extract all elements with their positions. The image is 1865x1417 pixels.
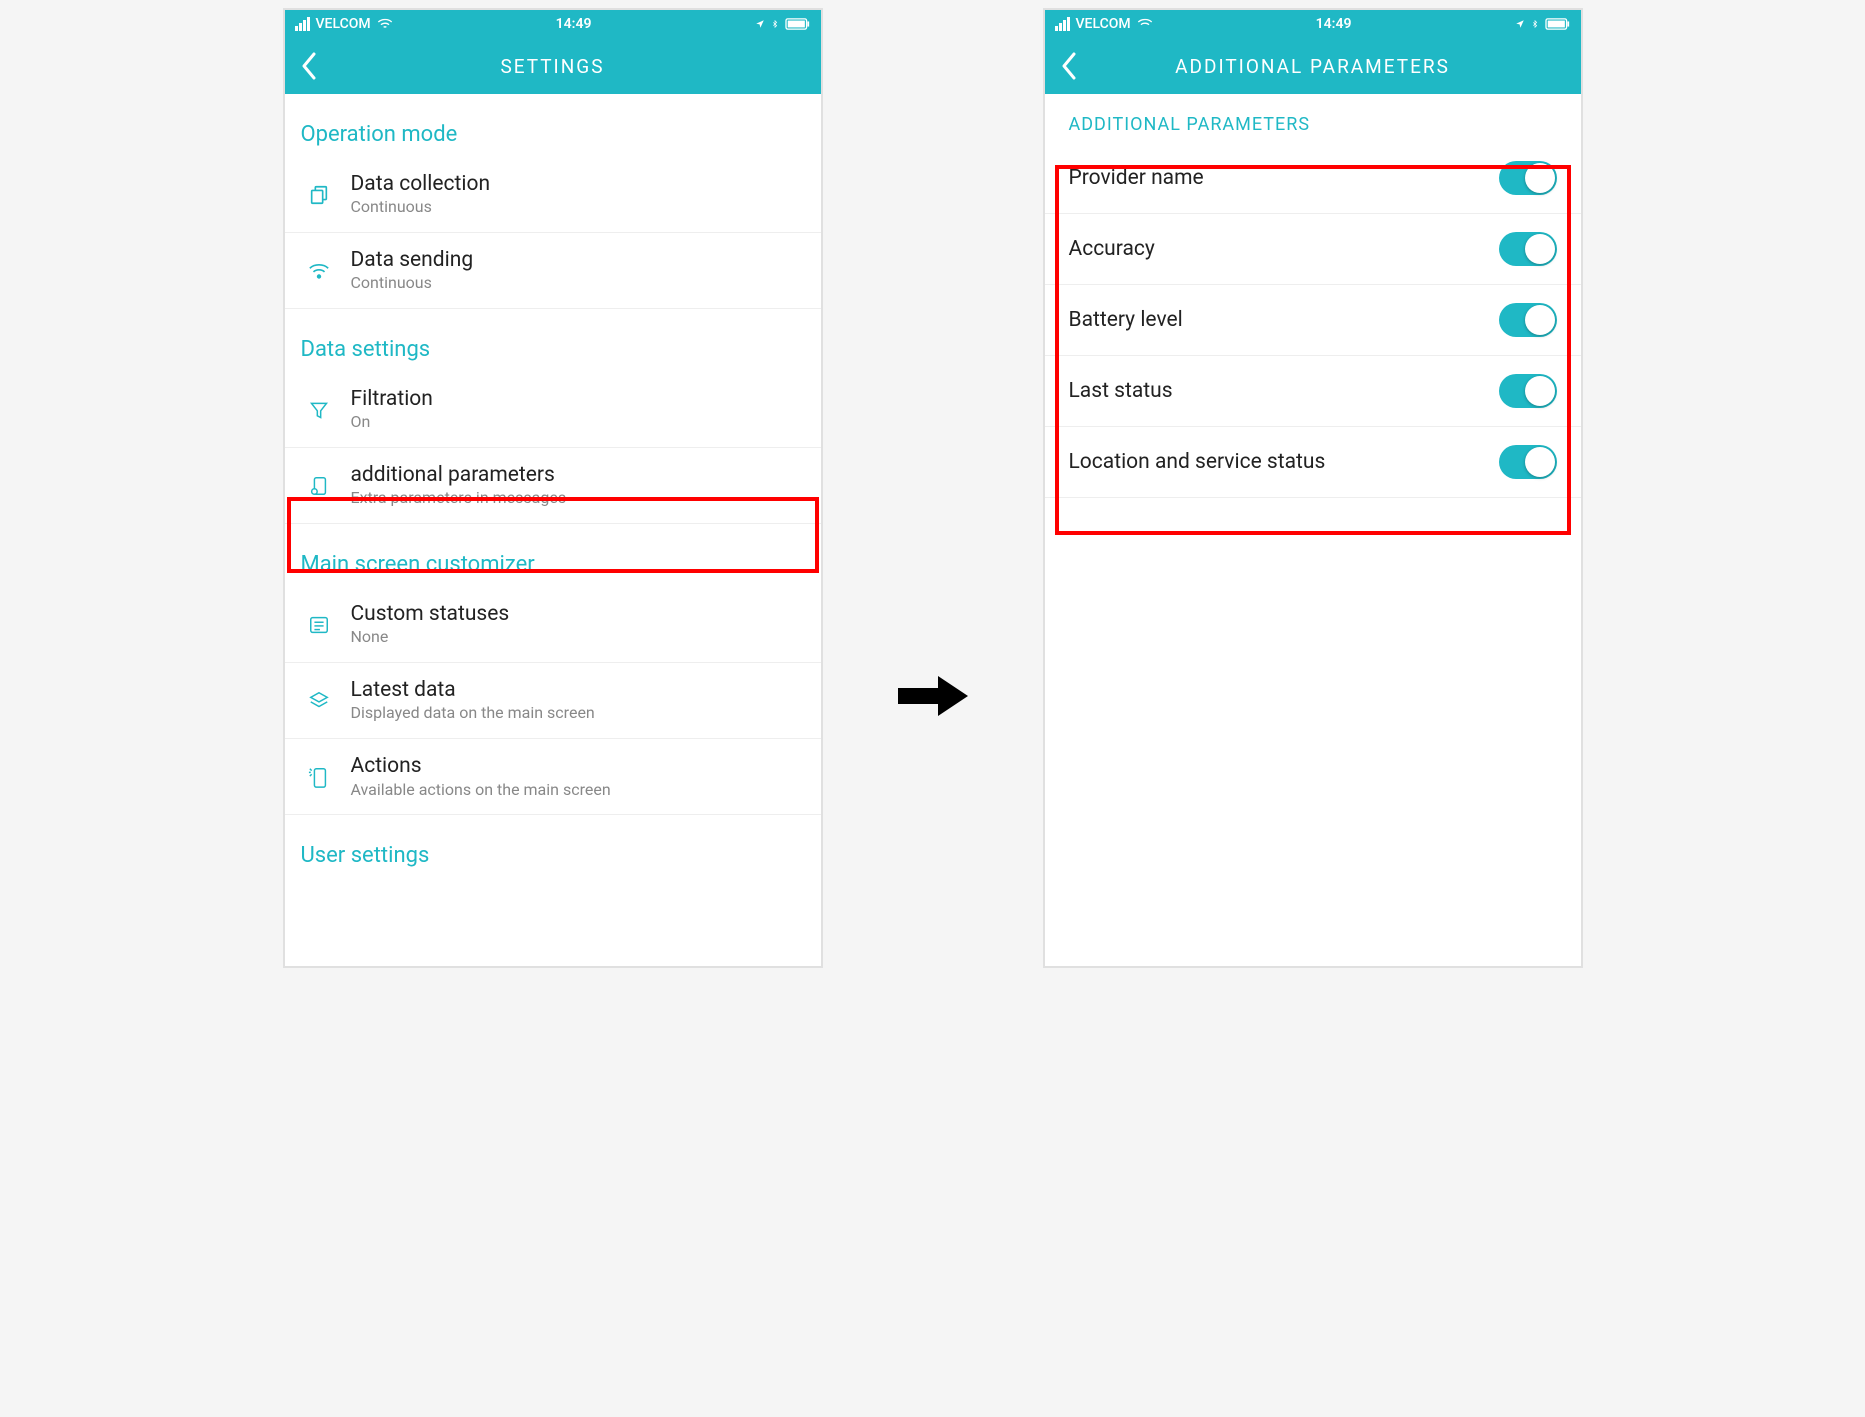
row-title: Filtration [351, 386, 805, 412]
section-header-operation-mode: Operation mode [285, 94, 821, 157]
row-sub: On [351, 412, 805, 433]
bluetooth-icon [1531, 18, 1539, 30]
section-header-user-settings: User settings [285, 815, 821, 868]
battery-icon [1545, 18, 1571, 30]
row-title: Data collection [351, 171, 805, 197]
toggle-provider-name[interactable]: Provider name [1045, 143, 1581, 214]
phone-action-icon [303, 765, 335, 789]
battery-icon [785, 18, 811, 30]
toggle-location-service-status[interactable]: Location and service status [1045, 427, 1581, 498]
params-content: ADDITIONAL PARAMETERS Provider name Accu… [1045, 94, 1581, 966]
phone-settings-screen: VELCOM 14:49 SETTINGS Operation mode Dat… [283, 8, 823, 968]
list-icon [303, 614, 335, 636]
row-data-sending[interactable]: Data sending Continuous [285, 233, 821, 309]
row-filtration[interactable]: Filtration On [285, 372, 821, 448]
toggle-last-status[interactable]: Last status [1045, 356, 1581, 427]
toggle-label: Accuracy [1069, 237, 1155, 261]
carrier-label: VELCOM [1076, 16, 1131, 32]
clock-label: 14:49 [1153, 16, 1515, 32]
toggle-label: Last status [1069, 379, 1173, 403]
arrow-right-icon [893, 666, 973, 730]
status-bar: VELCOM 14:49 [285, 10, 821, 38]
toggle-label: Provider name [1069, 166, 1204, 190]
location-arrow-icon [1515, 18, 1525, 30]
row-sub: Continuous [351, 273, 805, 294]
toggle-label: Battery level [1069, 308, 1183, 332]
switch-on-icon[interactable] [1499, 445, 1557, 479]
switch-on-icon[interactable] [1499, 232, 1557, 266]
clock-label: 14:49 [393, 16, 755, 32]
row-sub: Available actions on the main screen [351, 780, 805, 801]
row-actions[interactable]: Actions Available actions on the main sc… [285, 739, 821, 815]
location-arrow-icon [755, 18, 765, 30]
settings-content: Operation mode Data collection Continuou… [285, 94, 821, 966]
layers-icon [303, 690, 335, 712]
row-custom-statuses[interactable]: Custom statuses None [285, 587, 821, 663]
toggle-battery-level[interactable]: Battery level [1045, 285, 1581, 356]
device-icon [303, 475, 335, 497]
filter-icon [303, 399, 335, 421]
section-header-additional: ADDITIONAL PARAMETERS [1045, 94, 1581, 143]
page-title: ADDITIONAL PARAMETERS [1045, 55, 1581, 78]
toggle-label: Location and service status [1069, 450, 1326, 474]
copy-icon [303, 184, 335, 206]
row-title: Latest data [351, 677, 805, 703]
row-additional-parameters[interactable]: additional parameters Extra parameters i… [285, 448, 821, 524]
switch-on-icon[interactable] [1499, 374, 1557, 408]
row-title: Custom statuses [351, 601, 805, 627]
wifi-icon [1137, 18, 1153, 30]
toggle-accuracy[interactable]: Accuracy [1045, 214, 1581, 285]
row-title: additional parameters [351, 462, 805, 488]
nav-bar: SETTINGS [285, 38, 821, 94]
signal-icon [295, 17, 310, 31]
switch-on-icon[interactable] [1499, 161, 1557, 195]
status-bar: VELCOM 14:49 [1045, 10, 1581, 38]
nav-bar: ADDITIONAL PARAMETERS [1045, 38, 1581, 94]
row-latest-data[interactable]: Latest data Displayed data on the main s… [285, 663, 821, 739]
bluetooth-icon [771, 18, 779, 30]
carrier-label: VELCOM [316, 16, 371, 32]
switch-on-icon[interactable] [1499, 303, 1557, 337]
wifi-icon [377, 18, 393, 30]
row-sub: Continuous [351, 197, 805, 218]
phone-additional-params-screen: VELCOM 14:49 ADDITIONAL PARAMETERS ADDIT… [1043, 8, 1583, 968]
row-sub: Displayed data on the main screen [351, 703, 805, 724]
wifi-icon [303, 262, 335, 280]
row-data-collection[interactable]: Data collection Continuous [285, 157, 821, 233]
page-title: SETTINGS [285, 55, 821, 78]
section-header-main-screen: Main screen customizer [285, 524, 821, 587]
row-sub: Extra parameters in messages [351, 488, 805, 509]
section-header-data-settings: Data settings [285, 309, 821, 372]
row-sub: None [351, 627, 805, 648]
signal-icon [1055, 17, 1070, 31]
row-title: Data sending [351, 247, 805, 273]
row-title: Actions [351, 753, 805, 779]
